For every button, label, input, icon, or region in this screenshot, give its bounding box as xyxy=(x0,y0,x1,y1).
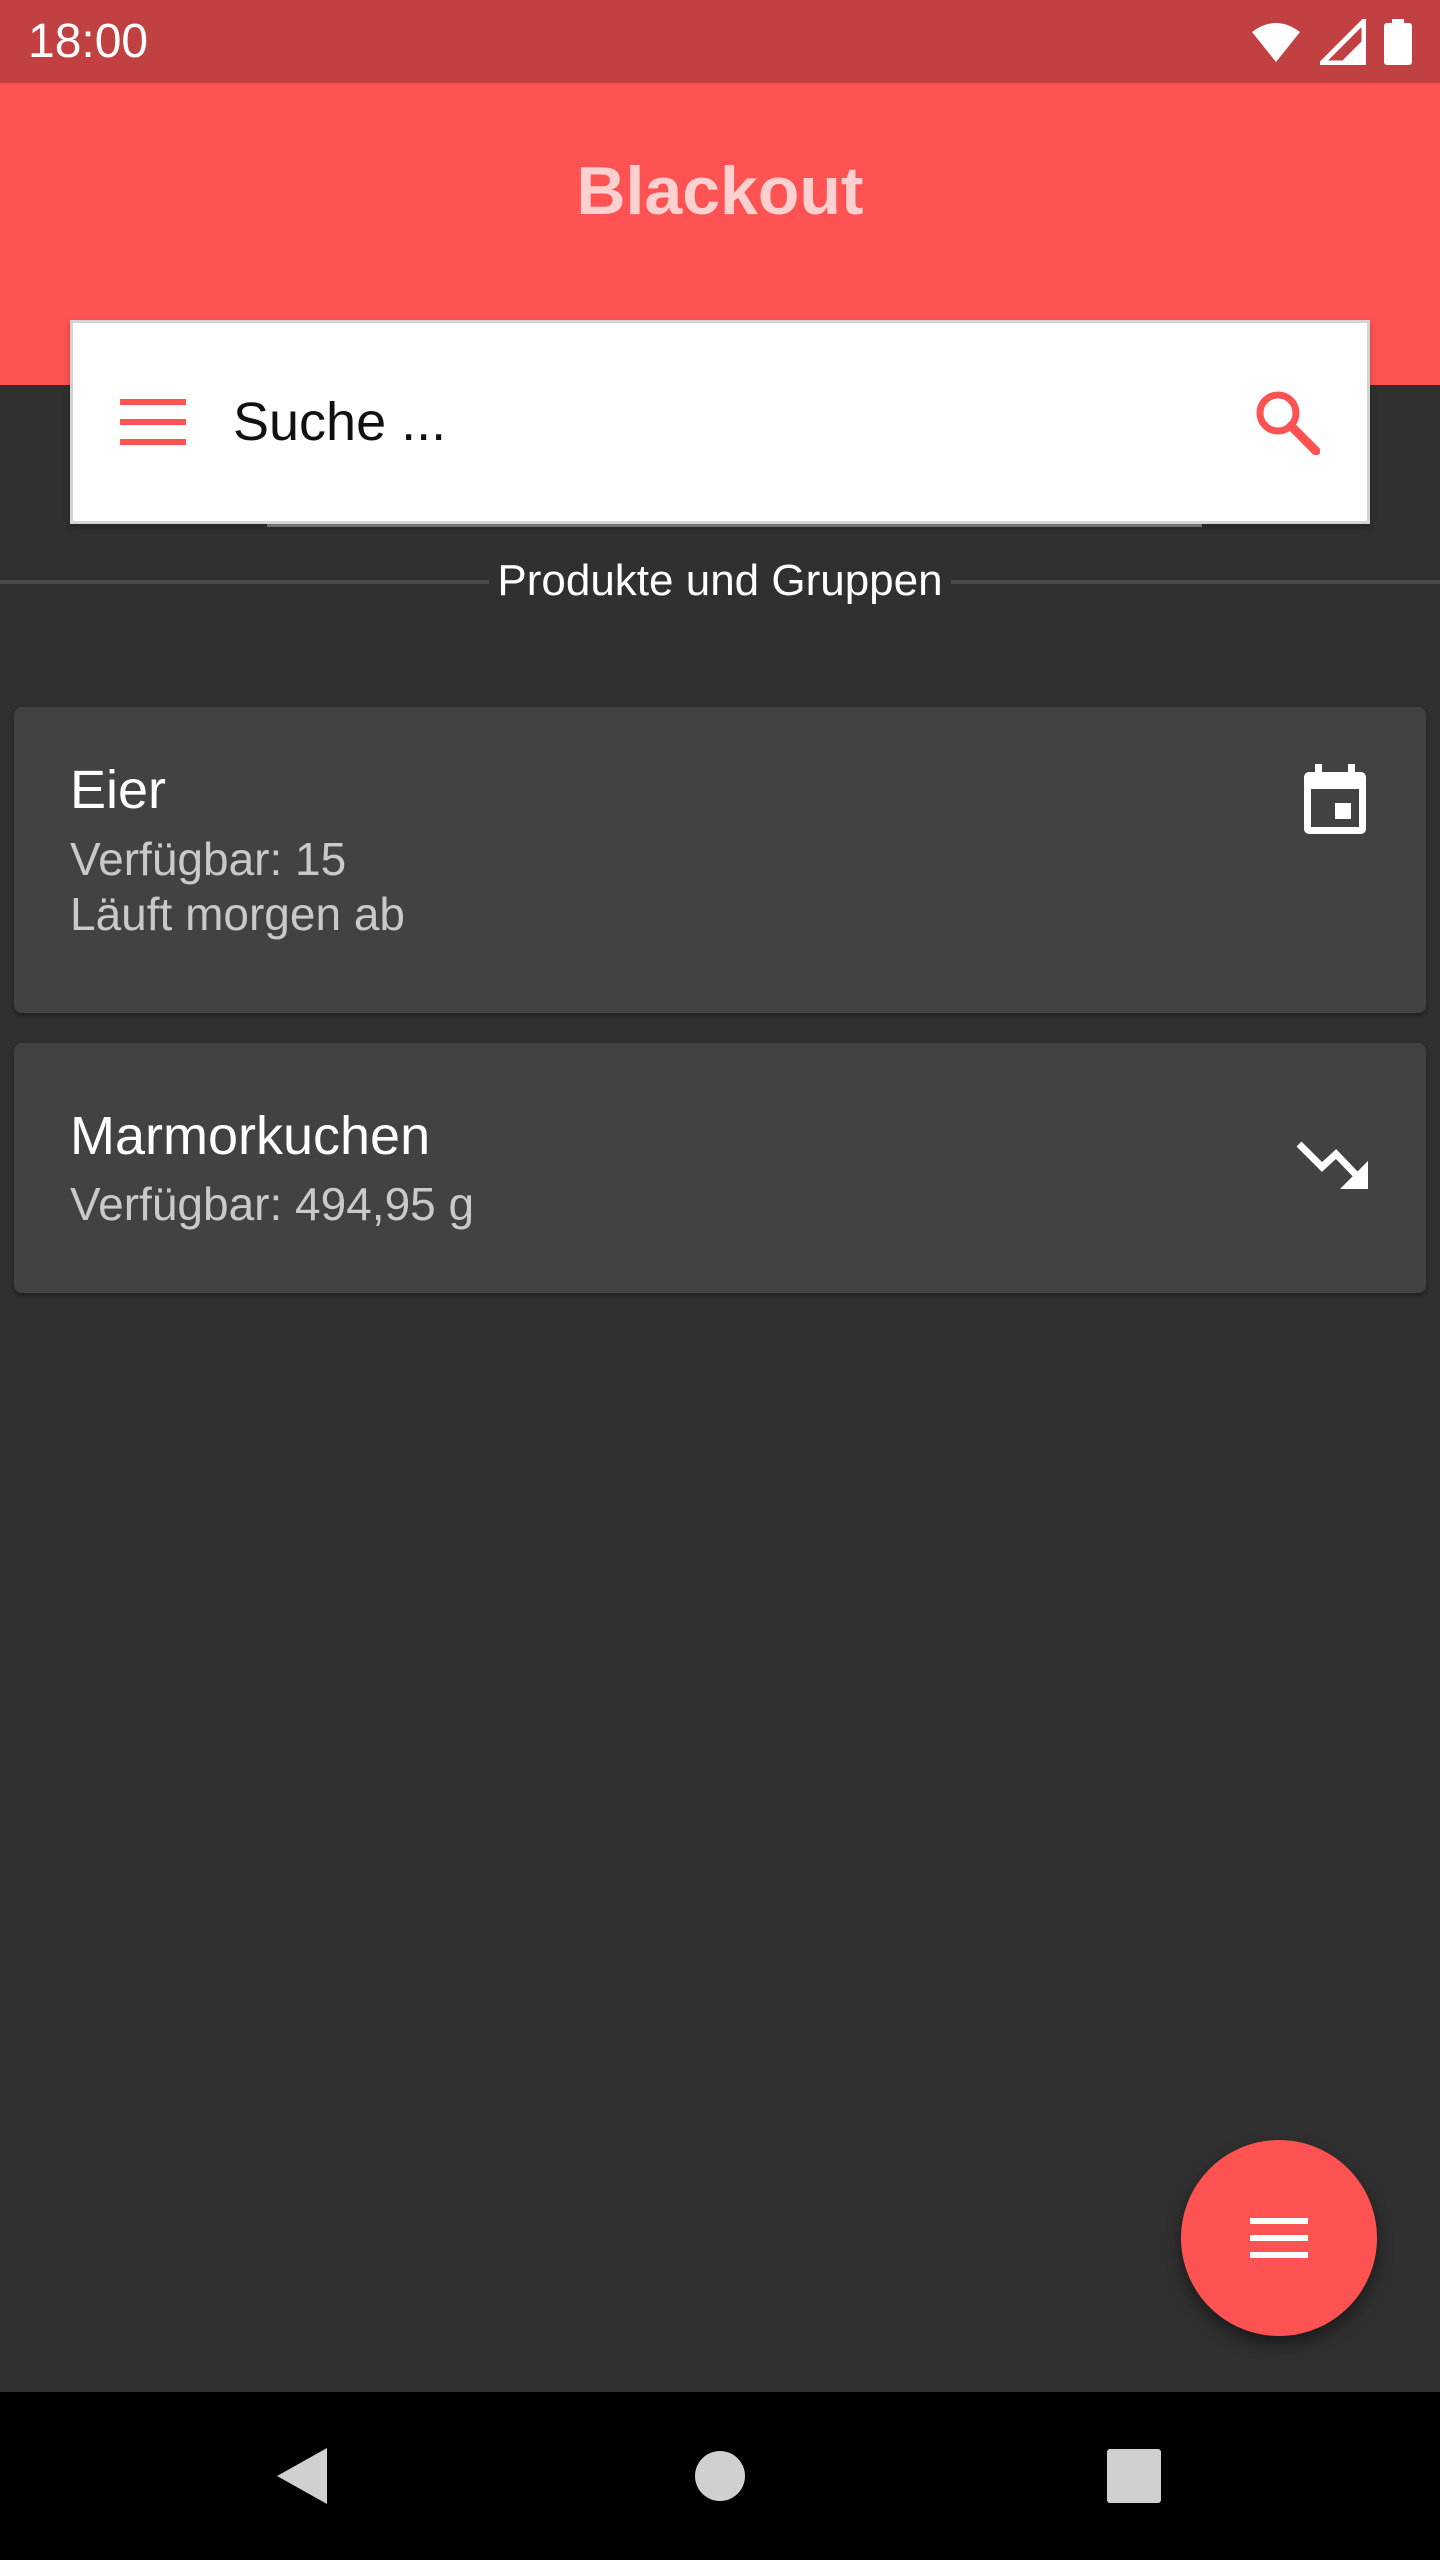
battery-icon xyxy=(1384,18,1412,65)
status-time: 18:00 xyxy=(28,15,149,68)
navigation-bar xyxy=(0,2392,1440,2560)
menu-button[interactable] xyxy=(73,323,233,521)
fab-menu-button[interactable] xyxy=(1181,2140,1377,2336)
status-icons xyxy=(1250,18,1412,65)
signal-icon xyxy=(1320,18,1366,65)
section-label-text: Produkte und Gruppen xyxy=(489,556,951,605)
product-card-eier[interactable]: Eier Verfügbar: 15 Läuft morgen ab xyxy=(14,707,1426,1013)
search-button[interactable] xyxy=(1207,323,1367,521)
search-underline xyxy=(267,524,1202,527)
wifi-icon xyxy=(1252,22,1300,62)
recents-icon[interactable] xyxy=(1107,2449,1161,2503)
search-input[interactable]: Suche ... xyxy=(233,391,1207,453)
search-icon xyxy=(1256,391,1320,455)
home-icon[interactable] xyxy=(694,2450,746,2502)
trending-down-icon xyxy=(1296,1141,1368,1189)
product-card-marmorkuchen[interactable]: Marmorkuchen Verfügbar: 494,95 g xyxy=(14,1043,1426,1293)
product-available: Verfügbar: 494,95 g xyxy=(70,1178,475,1230)
product-name: Eier xyxy=(70,760,167,820)
back-icon[interactable] xyxy=(275,2446,329,2506)
product-name: Marmorkuchen xyxy=(70,1106,431,1166)
menu-icon xyxy=(1250,2218,1308,2258)
menu-icon xyxy=(120,399,186,445)
search-bar: Suche ... xyxy=(70,320,1370,524)
status-bar: 18:00 xyxy=(0,0,1440,83)
section-label: Produkte und Gruppen xyxy=(0,556,1440,606)
product-available: Verfügbar: 15 xyxy=(70,833,347,885)
product-expiry: Läuft morgen ab xyxy=(70,888,406,940)
calendar-icon xyxy=(1304,764,1366,834)
app-title: Blackout xyxy=(576,153,864,229)
